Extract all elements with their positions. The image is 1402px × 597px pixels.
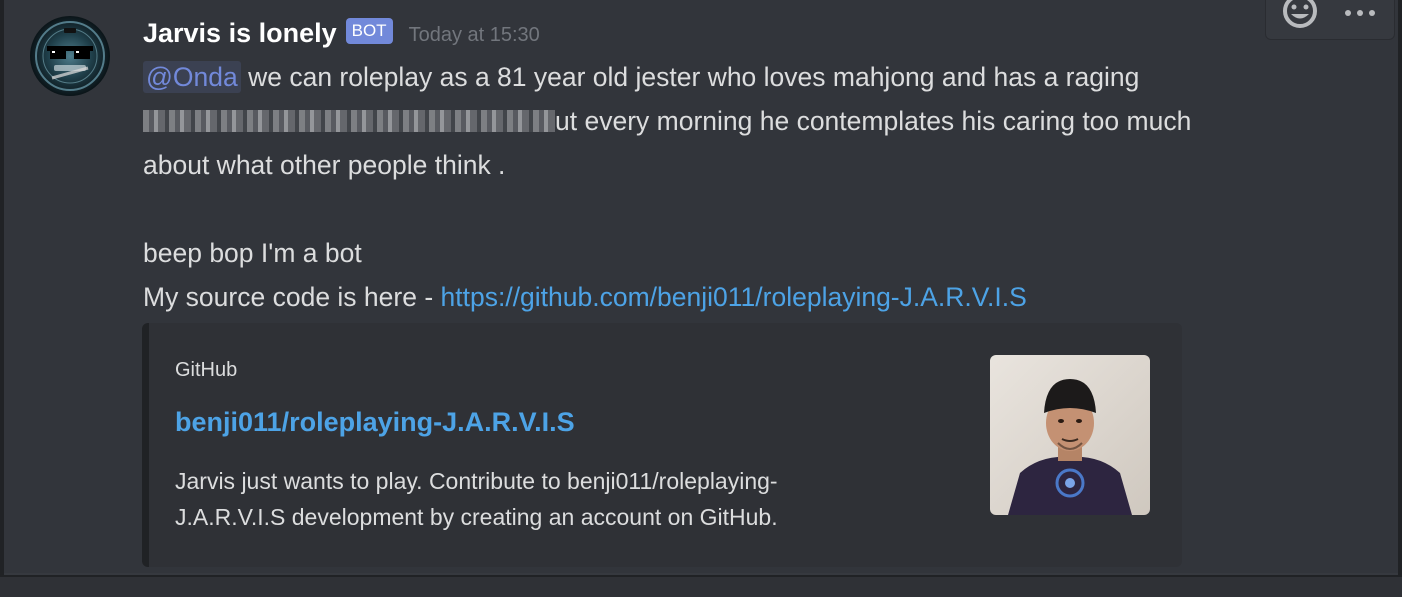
message-header: Jarvis is lonely BOT Today at 15:30 [143, 14, 540, 52]
bot-badge: BOT [345, 18, 393, 44]
message-toolbar [1265, 0, 1395, 40]
bottom-bar [0, 577, 1402, 597]
message-content: @Onda we can roleplay as a 81 year old j… [143, 55, 1293, 319]
message-text: about what other people think . [143, 150, 506, 180]
embed-title-link[interactable]: benji011/roleplaying-J.A.R.V.I.S [175, 407, 575, 438]
chat-view: Jarvis is lonely BOT Today at 15:30 @Ond… [0, 0, 1402, 597]
message-line-2: ut every morning he contemplates his car… [143, 99, 1293, 143]
user-mention[interactable]: @Onda [143, 61, 241, 93]
message-line-3: about what other people think . [143, 143, 1293, 187]
bot-avatar-icon[interactable] [30, 16, 110, 96]
message-line-5: My source code is here - https://github.… [143, 275, 1293, 319]
embed-description-line: J.A.R.V.I.S development by creating an a… [175, 504, 778, 530]
link-embed: GitHub benji011/roleplaying-J.A.R.V.I.S … [142, 323, 1182, 567]
message-text: we can roleplay as a 81 year old jester … [240, 62, 1140, 92]
embed-description-line: Jarvis just wants to play. Contribute to… [175, 468, 778, 494]
source-code-link[interactable]: https://github.com/benji011/roleplaying-… [441, 282, 1027, 312]
message-text: My source code is here - [143, 282, 441, 312]
more-options-icon[interactable] [1338, 1, 1382, 25]
message-line-1: @Onda we can roleplay as a 81 year old j… [143, 55, 1293, 99]
embed-description: Jarvis just wants to play. Contribute to… [175, 463, 895, 535]
embed-thumbnail[interactable] [990, 355, 1150, 515]
message-timestamp: Today at 15:30 [408, 23, 540, 46]
message-text: ut every morning he contemplates his car… [555, 106, 1192, 136]
redacted-text [143, 110, 555, 132]
message-text: beep bop I'm a bot [143, 238, 362, 268]
add-reaction-icon[interactable] [1280, 0, 1320, 37]
message-item[interactable]: Jarvis is lonely BOT Today at 15:30 @Ond… [0, 0, 1398, 573]
embed-provider[interactable]: GitHub [175, 359, 237, 382]
message-line-4: beep bop I'm a bot [143, 231, 1293, 275]
right-border [1398, 0, 1402, 597]
left-border [0, 0, 4, 597]
author-username[interactable]: Jarvis is lonely [143, 18, 337, 49]
